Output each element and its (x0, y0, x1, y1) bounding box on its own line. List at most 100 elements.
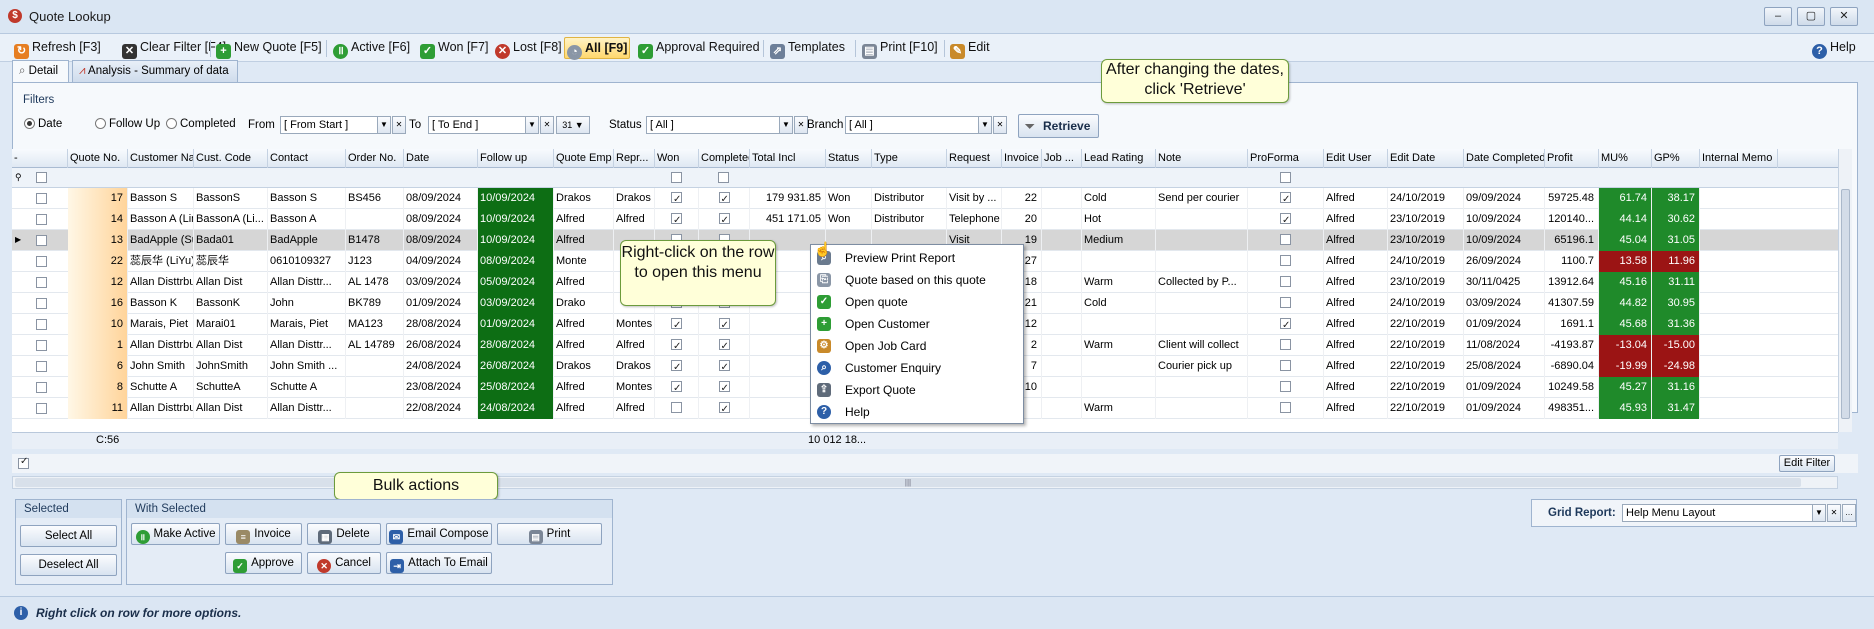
maximize-button[interactable]: ▢ (1797, 7, 1825, 26)
branch-clear-button[interactable]: ✕ (993, 116, 1007, 134)
status-dropdown-button[interactable]: ▼ (779, 116, 793, 134)
grid-report-dropdown-button[interactable]: ▼ (1812, 504, 1826, 522)
row-select-checkbox[interactable] (36, 319, 47, 330)
branch-combo[interactable]: [ All ] (845, 116, 979, 134)
column-header[interactable]: Completed (699, 149, 750, 168)
grid-report-clear-button[interactable]: ✕ (1827, 504, 1841, 522)
clear-filter-button[interactable]: ✕ Clear Filter [F4] (120, 37, 228, 59)
edit-filter-button[interactable]: Edit Filter (1779, 455, 1835, 472)
filter-checkbox[interactable] (671, 172, 682, 183)
lost-filter-button[interactable]: ✕ Lost [F8] (493, 37, 564, 59)
column-header[interactable]: Edit User (1324, 149, 1388, 168)
scrollbar-thumb[interactable] (1841, 189, 1850, 419)
column-header[interactable]: Repr... (614, 149, 655, 168)
column-header[interactable]: Profit (1545, 149, 1599, 168)
table-row[interactable]: 17 Basson S BassonS Basson S BS456 08/09/2024… (12, 188, 1838, 209)
grid-filter-row[interactable]: ⚲ (12, 168, 1838, 188)
row-select-checkbox[interactable] (36, 256, 47, 267)
branch-dropdown-button[interactable]: ▼ (978, 116, 992, 134)
approve-button[interactable]: ✓ Approve (225, 552, 302, 574)
calendar-button[interactable]: 31 ▼ (556, 116, 590, 134)
row-select-checkbox[interactable] (36, 298, 47, 309)
bulk-print-button[interactable]: ▤ Print (497, 523, 602, 545)
column-header[interactable]: Quote Emp (554, 149, 614, 168)
tab-analysis[interactable]: ⩘ Analysis - Summary of data (72, 60, 238, 82)
status-clear-button[interactable]: ✕ (794, 116, 808, 134)
cancel-button[interactable]: ✕ Cancel (307, 552, 381, 574)
column-header[interactable]: Customer Name (128, 149, 194, 168)
templates-button[interactable]: ⇗ Templates (768, 37, 847, 59)
row-select-checkbox[interactable] (36, 382, 47, 393)
context-menu-item[interactable]: ⎘ Quote based on this quote (811, 269, 1023, 291)
to-dropdown-button[interactable]: ▼ (525, 116, 539, 134)
context-menu-item[interactable]: ⇪ Export Quote (811, 379, 1023, 401)
column-header[interactable]: MU% (1599, 149, 1652, 168)
grid-report-combo[interactable]: Help Menu Layout (1622, 504, 1813, 522)
column-header[interactable]: - (12, 149, 68, 168)
column-header[interactable]: Total Incl (750, 149, 826, 168)
grid-report-more-button[interactable]: … (1842, 504, 1856, 522)
retrieve-button[interactable]: ⏷ Retrieve (1018, 114, 1099, 138)
to-clear-button[interactable]: ✕ (540, 116, 554, 134)
date-radio[interactable]: Date (24, 118, 62, 130)
row-select-checkbox[interactable] (36, 340, 47, 351)
context-menu-item[interactable]: + Open Customer (811, 313, 1023, 335)
column-header[interactable]: Cust. Code (194, 149, 268, 168)
column-header[interactable]: Contact (268, 149, 346, 168)
from-clear-button[interactable]: ✕ (392, 116, 406, 134)
make-active-button[interactable]: ॥ Make Active (131, 523, 220, 545)
column-header[interactable]: Order No. (346, 149, 404, 168)
all-filter-button[interactable]: ◔ All [F9] (564, 37, 631, 60)
column-header[interactable]: Date (404, 149, 478, 168)
from-dropdown-button[interactable]: ▼ (377, 116, 391, 134)
grid-horizontal-scrollbar[interactable]: ||| (12, 476, 1838, 489)
column-header[interactable]: Date Completed (1464, 149, 1545, 168)
filter-checkbox[interactable] (718, 172, 729, 183)
to-date-combo[interactable]: [ To End ] (428, 116, 526, 134)
hscroll-thumb[interactable]: ||| (15, 478, 1801, 487)
close-button[interactable]: ✕ (1830, 7, 1858, 26)
invoice-button[interactable]: ≡ Invoice (225, 523, 302, 545)
tab-detail[interactable]: ⌕ Detail (12, 60, 69, 83)
print-button[interactable]: ▤ Print [F10] (860, 37, 940, 59)
context-menu-item[interactable]: ⌕ Customer Enquiry (811, 357, 1023, 379)
column-header[interactable]: Follow up (478, 149, 554, 168)
context-menu-item[interactable]: ? Help (811, 401, 1023, 423)
new-quote-button[interactable]: + New Quote [F5] (214, 37, 324, 59)
context-menu-item[interactable]: ⚙ Open Job Card (811, 335, 1023, 357)
column-header[interactable]: Request (947, 149, 1002, 168)
column-header[interactable]: ProForma (1248, 149, 1324, 168)
context-menu-item[interactable]: ✓ Open quote (811, 291, 1023, 313)
row-select-checkbox[interactable] (36, 277, 47, 288)
row-select-checkbox[interactable] (36, 361, 47, 372)
filter-checkbox[interactable] (1280, 172, 1291, 183)
column-header[interactable]: Invoice (1002, 149, 1042, 168)
context-menu-item[interactable]: ⌕ Preview Print Report (811, 247, 1023, 269)
column-header[interactable]: Job ... (1042, 149, 1082, 168)
column-header[interactable]: Type (872, 149, 947, 168)
column-header[interactable]: Edit Date (1388, 149, 1464, 168)
column-header[interactable]: GP% (1652, 149, 1700, 168)
help-button[interactable]: ? Help (1810, 37, 1858, 59)
row-select-checkbox[interactable] (36, 193, 47, 204)
approval-required-button[interactable]: ✓ Approval Required (636, 37, 762, 59)
completed-radio[interactable]: Completed (166, 118, 236, 130)
filter-enabled-checkbox[interactable] (18, 456, 29, 469)
attach-to-email-button[interactable]: ⇥ Attach To Email (386, 552, 492, 574)
column-header[interactable]: Internal Memo (1700, 149, 1778, 168)
select-all-button[interactable]: Select All (20, 525, 117, 547)
refresh-button[interactable]: ↻ Refresh [F3] (12, 37, 103, 59)
filter-checkbox[interactable] (36, 172, 47, 183)
table-row[interactable]: 14Basson A (Linked A...BassonA (Li...Bas… (12, 209, 1838, 230)
delete-button[interactable]: ▦ Delete (307, 523, 381, 545)
row-select-checkbox[interactable] (36, 235, 47, 246)
row-select-checkbox[interactable] (36, 403, 47, 414)
follow-up-radio[interactable]: Follow Up (95, 118, 160, 130)
edit-button[interactable]: ✎ Edit (948, 37, 992, 59)
status-combo[interactable]: [ All ] (646, 116, 780, 134)
column-header[interactable]: Won (655, 149, 699, 168)
row-select-checkbox[interactable] (36, 214, 47, 225)
email-compose-button[interactable]: ✉ Email Compose (386, 523, 492, 545)
column-header[interactable]: Lead Rating (1082, 149, 1156, 168)
from-date-combo[interactable]: [ From Start ] (280, 116, 378, 134)
